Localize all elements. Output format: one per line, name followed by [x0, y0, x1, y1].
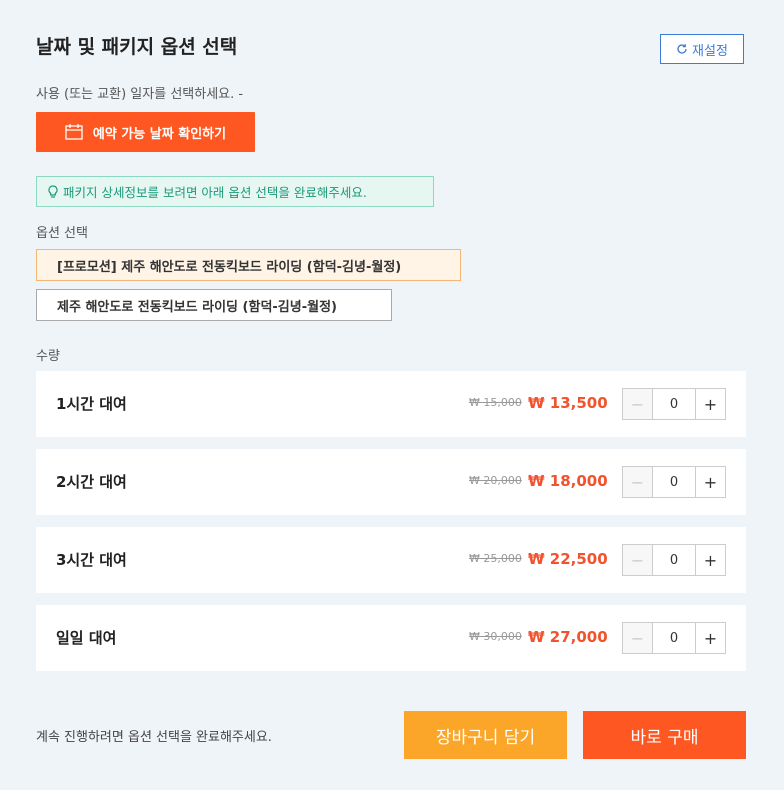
- option-promo-label: [프로모션] 제주 해안도로 전동킥보드 라이딩 (함덕-김녕-월정): [57, 259, 402, 275]
- lightbulb-icon: [48, 184, 58, 198]
- quantity-label: 수량: [36, 349, 60, 364]
- increase-button[interactable]: +: [695, 622, 726, 654]
- sale-price: ₩ 22,500: [528, 550, 608, 568]
- decrease-button[interactable]: −: [622, 466, 653, 498]
- decrease-button[interactable]: −: [622, 544, 653, 576]
- reset-label: 재설정: [692, 43, 728, 59]
- reset-button[interactable]: 재설정: [660, 34, 744, 64]
- check-date-button[interactable]: 예약 가능 날짜 확인하기: [36, 112, 255, 152]
- page-title: 날짜 및 패키지 옵션 선택: [36, 36, 238, 58]
- quantity-row: 일일 대여 ₩ 30,000 ₩ 27,000 − 0 +: [36, 605, 746, 671]
- increase-button[interactable]: +: [695, 388, 726, 420]
- original-price: ₩ 15,000: [469, 396, 522, 409]
- calendar-icon: [65, 124, 83, 140]
- sale-price: ₩ 27,000: [528, 628, 608, 646]
- rental-name: 2시간 대여: [56, 473, 127, 491]
- check-date-label: 예약 가능 날짜 확인하기: [92, 126, 227, 142]
- increase-button[interactable]: +: [695, 466, 726, 498]
- option-standard-label: 제주 해안도로 전동킥보드 라이딩 (함덕-김녕-월정): [57, 299, 337, 315]
- rental-name: 1시간 대여: [56, 395, 127, 413]
- sale-price: ₩ 18,000: [528, 472, 608, 490]
- option-label: 옵션 선택: [36, 226, 88, 241]
- quantity-stepper: − 0 +: [622, 466, 726, 498]
- quantity-stepper: − 0 +: [622, 622, 726, 654]
- option-standard[interactable]: 제주 해안도로 전동킥보드 라이딩 (함덕-김녕-월정): [36, 289, 392, 321]
- quantity-value[interactable]: 0: [653, 544, 695, 576]
- buy-now-button[interactable]: 바로 구매: [583, 711, 746, 759]
- date-instruction: 사용 (또는 교환) 일자를 선택하세요. -: [36, 87, 244, 102]
- decrease-button[interactable]: −: [622, 622, 653, 654]
- original-price: ₩ 25,000: [469, 552, 522, 565]
- quantity-stepper: − 0 +: [622, 388, 726, 420]
- rental-name: 일일 대여: [56, 629, 117, 647]
- quantity-row: 3시간 대여 ₩ 25,000 ₩ 22,500 − 0 +: [36, 527, 746, 593]
- tip-text: 패키지 상세정보를 보려면 아래 옵션 선택을 완료해주세요.: [63, 185, 367, 200]
- option-promo[interactable]: [프로모션] 제주 해안도로 전동킥보드 라이딩 (함덕-김녕-월정): [36, 249, 461, 281]
- sale-price: ₩ 13,500: [528, 394, 608, 412]
- quantity-row: 1시간 대여 ₩ 15,000 ₩ 13,500 − 0 +: [36, 371, 746, 437]
- quantity-row: 2시간 대여 ₩ 20,000 ₩ 18,000 − 0 +: [36, 449, 746, 515]
- original-price: ₩ 30,000: [469, 630, 522, 643]
- quantity-value[interactable]: 0: [653, 388, 695, 420]
- quantity-stepper: − 0 +: [622, 544, 726, 576]
- footer-notice: 계속 진행하려면 옵션 선택을 완료해주세요.: [36, 730, 272, 745]
- quantity-value[interactable]: 0: [653, 466, 695, 498]
- decrease-button[interactable]: −: [622, 388, 653, 420]
- original-price: ₩ 20,000: [469, 474, 522, 487]
- refresh-icon: [677, 44, 687, 54]
- quantity-value[interactable]: 0: [653, 622, 695, 654]
- add-to-cart-button[interactable]: 장바구니 담기: [404, 711, 567, 759]
- increase-button[interactable]: +: [695, 544, 726, 576]
- rental-name: 3시간 대여: [56, 551, 127, 569]
- info-tip: 패키지 상세정보를 보려면 아래 옵션 선택을 완료해주세요.: [36, 176, 434, 207]
